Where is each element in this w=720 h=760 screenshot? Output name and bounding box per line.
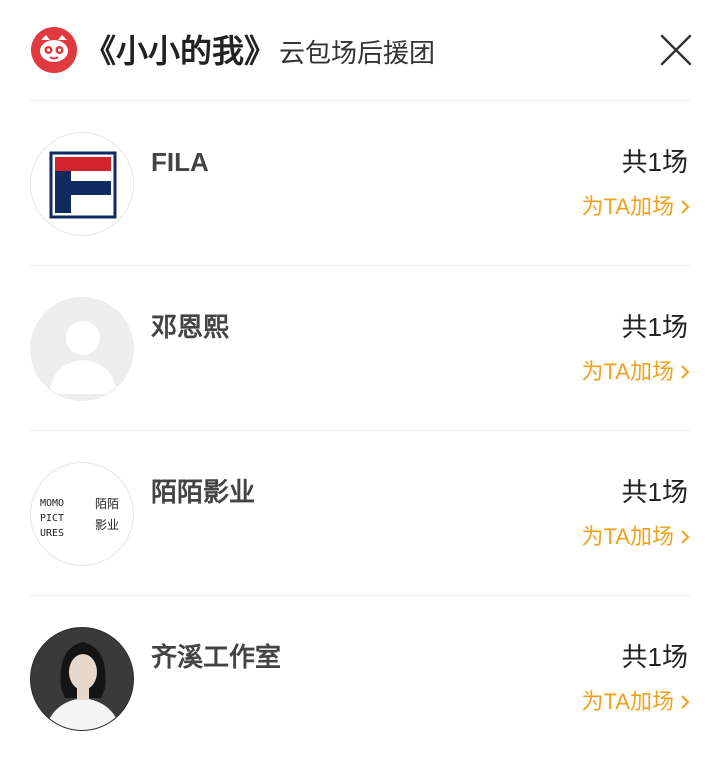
add-session-label: 为TA加场 — [581, 689, 674, 714]
chevron-right-icon — [681, 365, 690, 379]
page-subtitle: 云包场后援团 — [279, 38, 436, 68]
add-session-label: 为TA加场 — [581, 359, 674, 384]
add-session-label: 为TA加场 — [581, 524, 674, 549]
item-count: 共1场 — [621, 642, 688, 672]
logo-text-line: URES — [40, 528, 64, 539]
avatar-person-photo — [30, 627, 134, 731]
avatar-fila-logo — [30, 132, 134, 236]
chevron-right-icon — [681, 200, 690, 214]
add-session-label: 为TA加场 — [581, 194, 674, 219]
page-title: 《小小的我》 — [84, 33, 277, 69]
close-icon[interactable] — [658, 32, 694, 68]
list-item: 邓恩熙 共1场 为TA加场 — [0, 265, 720, 430]
item-count: 共1场 — [621, 312, 688, 342]
add-session-button[interactable]: 为TA加场 — [582, 685, 690, 719]
item-name: 陌陌影业 — [151, 477, 256, 507]
logo-text-line: 影业 — [95, 518, 119, 532]
add-session-button[interactable]: 为TA加场 — [582, 520, 690, 554]
cat-logo-icon — [31, 27, 77, 73]
chevron-right-icon — [681, 695, 690, 709]
avatar-default-person — [30, 297, 134, 401]
list-item: FILA 共1场 为TA加场 — [0, 100, 720, 265]
logo-text-line: MOMO — [40, 498, 64, 509]
chevron-right-icon — [681, 530, 690, 544]
item-name: FILA — [151, 147, 209, 177]
list-item: 齐溪工作室 共1场 为TA加场 — [0, 595, 720, 760]
item-name: 邓恩熙 — [151, 312, 230, 342]
list-item: MOMO PICT URES 陌陌 影业 陌陌影业 共1场 为TA加场 — [0, 430, 720, 595]
item-count: 共1场 — [621, 147, 688, 177]
item-count: 共1场 — [621, 477, 688, 507]
header: 《小小的我》 云包场后援团 — [0, 0, 720, 100]
logo-text-line: PICT — [40, 513, 64, 524]
item-name: 齐溪工作室 — [151, 642, 282, 672]
avatar-momo-pictures-logo: MOMO PICT URES 陌陌 影业 — [30, 462, 134, 566]
logo-text-line: 陌陌 — [95, 497, 119, 511]
add-session-button[interactable]: 为TA加场 — [582, 355, 690, 389]
add-session-button[interactable]: 为TA加场 — [582, 190, 690, 224]
